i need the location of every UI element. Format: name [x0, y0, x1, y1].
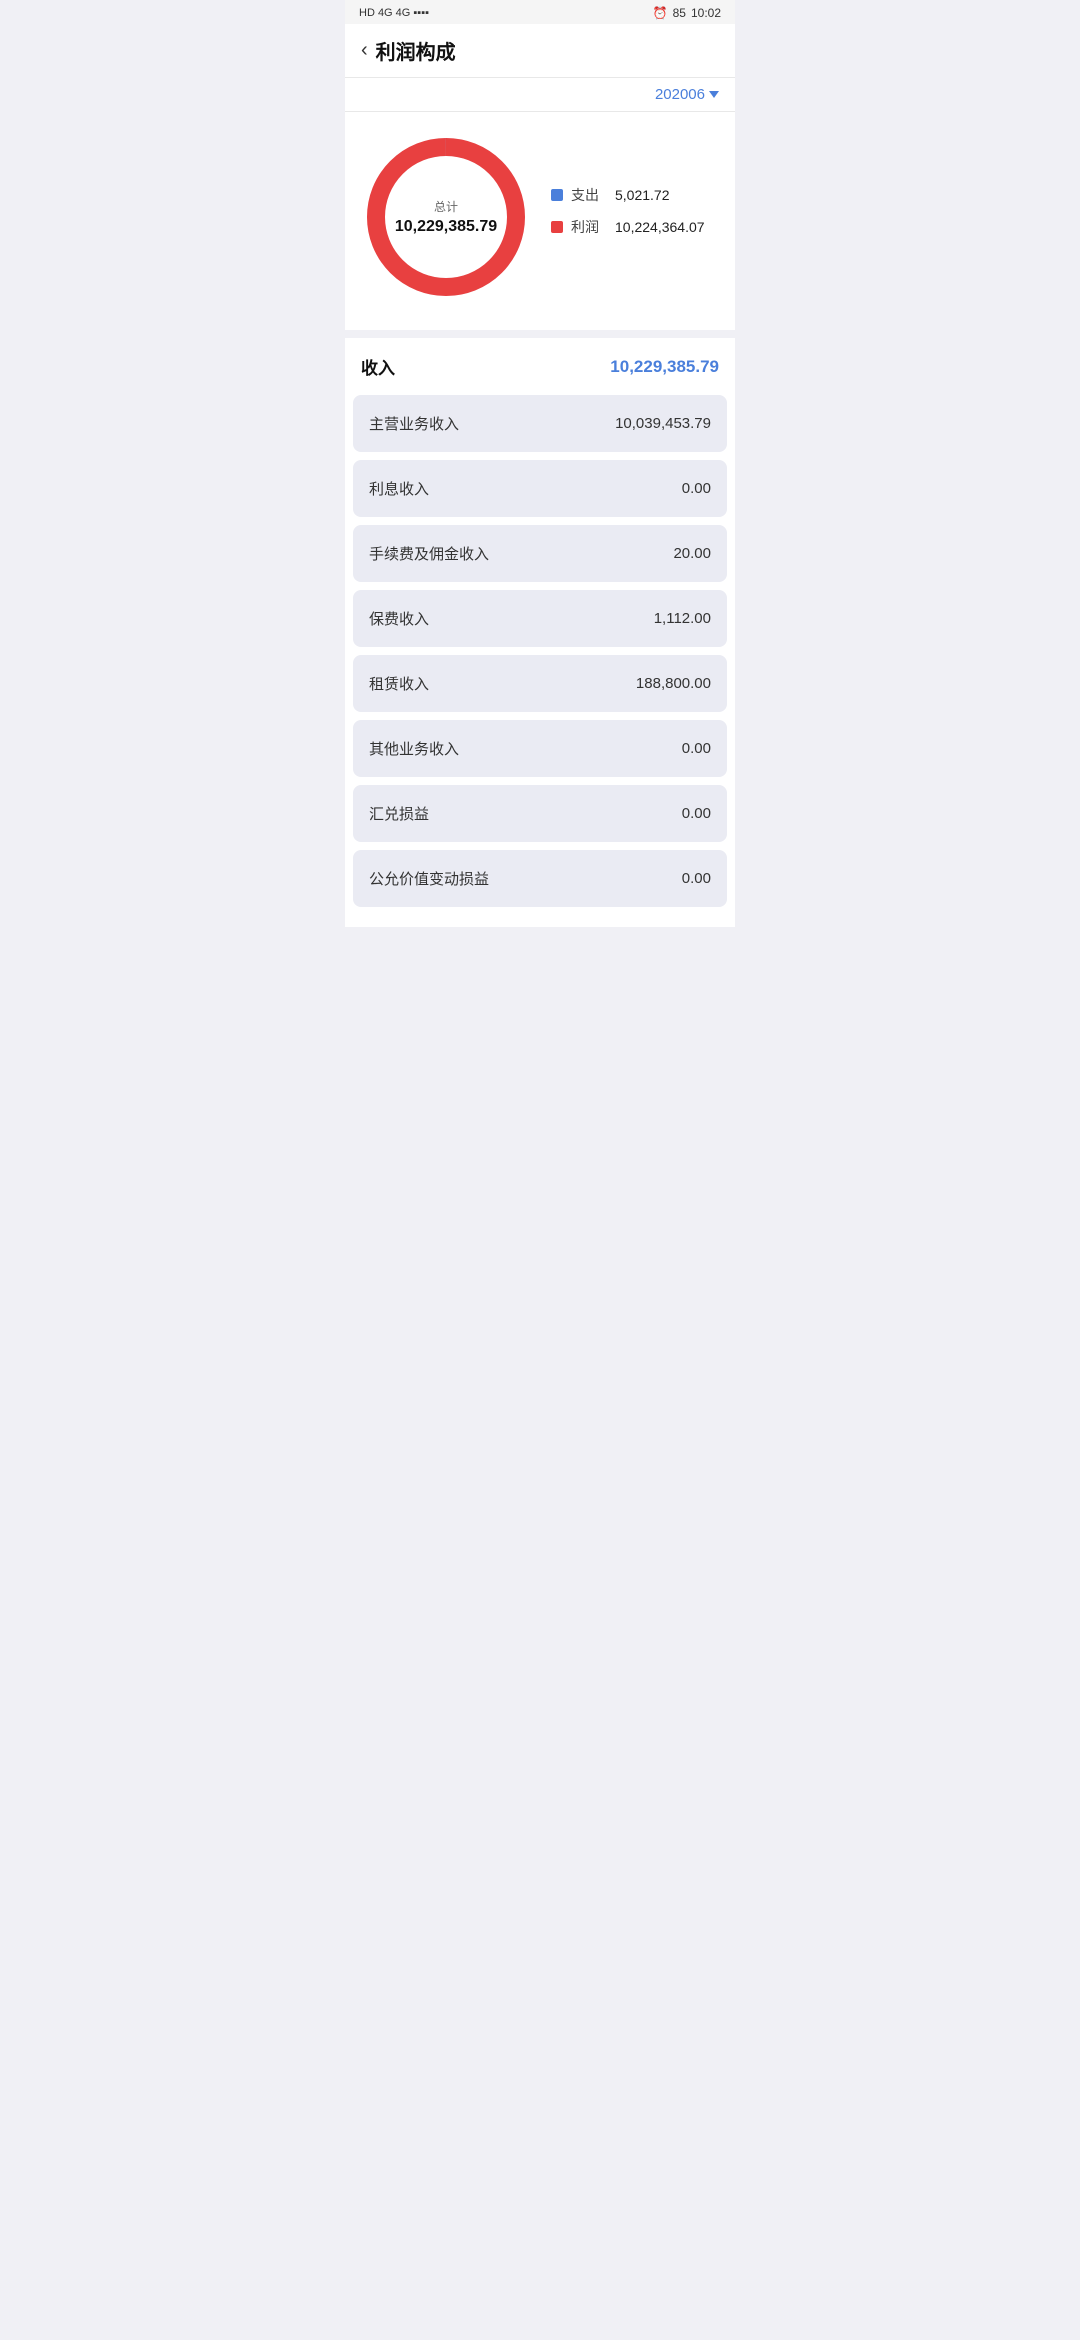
income-row[interactable]: 租赁收入 188,800.00	[353, 655, 727, 712]
row-value: 1,112.00	[654, 610, 711, 627]
expense-value: 5,021.72	[615, 187, 670, 203]
donut-total-label: 总计	[395, 198, 497, 215]
income-row[interactable]: 利息收入 0.00	[353, 460, 727, 517]
row-name: 其他业务收入	[369, 738, 459, 759]
page-title: 利润构成	[376, 36, 456, 65]
row-name: 租赁收入	[369, 673, 429, 694]
row-name: 利息收入	[369, 478, 429, 499]
network-icons: HD 4G 4G ▪▪▪▪	[359, 7, 429, 19]
row-value: 10,039,453.79	[615, 415, 711, 432]
chart-section: 总计 10,229,385.79 支出 5,021.72 利润 10,224,3…	[345, 112, 735, 330]
section-divider	[345, 330, 735, 338]
row-name: 保费收入	[369, 608, 429, 629]
alarm-icon: ⏰	[653, 6, 668, 20]
back-button[interactable]: ‹	[361, 39, 368, 62]
expense-label: 支出	[571, 185, 607, 205]
row-value: 0.00	[682, 480, 711, 497]
row-name: 主营业务收入	[369, 413, 459, 434]
row-value: 20.00	[673, 545, 711, 562]
profit-dot	[551, 221, 563, 233]
legend-item-expense: 支出 5,021.72	[551, 185, 719, 205]
status-left: HD 4G 4G ▪▪▪▪	[359, 7, 429, 19]
income-rows: 主营业务收入 10,039,453.79 利息收入 0.00 手续费及佣金收入 …	[345, 391, 735, 907]
status-bar: HD 4G 4G ▪▪▪▪ ⏰ 85 10:02	[345, 0, 735, 24]
row-name: 手续费及佣金收入	[369, 543, 489, 564]
row-name: 公允价值变动损益	[369, 868, 489, 889]
income-row[interactable]: 主营业务收入 10,039,453.79	[353, 395, 727, 452]
chart-legend: 支出 5,021.72 利润 10,224,364.07	[551, 185, 719, 249]
chevron-down-icon	[709, 91, 719, 98]
row-value: 0.00	[682, 870, 711, 887]
income-total: 10,229,385.79	[610, 357, 719, 377]
income-row[interactable]: 保费收入 1,112.00	[353, 590, 727, 647]
income-row[interactable]: 其他业务收入 0.00	[353, 720, 727, 777]
row-value: 0.00	[682, 805, 711, 822]
income-row[interactable]: 汇兑损益 0.00	[353, 785, 727, 842]
period-selector: 202006	[345, 78, 735, 112]
row-name: 汇兑损益	[369, 803, 429, 824]
status-right: ⏰ 85 10:02	[653, 6, 721, 20]
income-label: 收入	[361, 354, 395, 379]
period-button[interactable]: 202006	[655, 86, 719, 103]
row-value: 0.00	[682, 740, 711, 757]
expense-dot	[551, 189, 563, 201]
profit-label: 利润	[571, 217, 607, 237]
profit-value: 10,224,364.07	[615, 219, 705, 235]
income-row[interactable]: 手续费及佣金收入 20.00	[353, 525, 727, 582]
battery-percent: 85	[673, 6, 686, 20]
donut-center: 总计 10,229,385.79	[395, 198, 497, 236]
nav-bar: ‹ 利润构成	[345, 24, 735, 78]
time: 10:02	[691, 6, 721, 20]
donut-chart: 总计 10,229,385.79	[361, 132, 531, 302]
legend-item-profit: 利润 10,224,364.07	[551, 217, 719, 237]
income-section: 收入 10,229,385.79 主营业务收入 10,039,453.79 利息…	[345, 338, 735, 927]
donut-total-value: 10,229,385.79	[395, 218, 497, 236]
income-header: 收入 10,229,385.79	[345, 338, 735, 391]
row-value: 188,800.00	[636, 675, 711, 692]
income-row[interactable]: 公允价值变动损益 0.00	[353, 850, 727, 907]
period-value: 202006	[655, 86, 705, 103]
